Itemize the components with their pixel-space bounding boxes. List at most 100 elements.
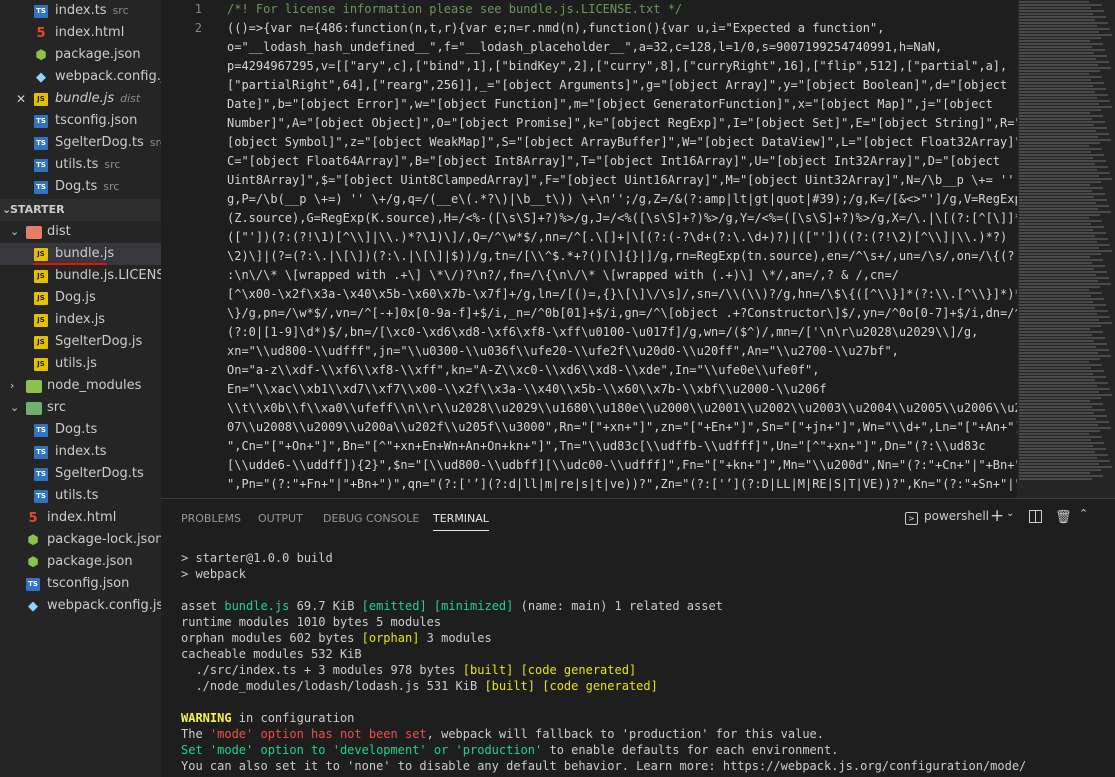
text: asset — [181, 599, 225, 613]
trash-icon[interactable]: 🗑 — [1055, 510, 1072, 525]
minimap-line — [1019, 304, 1106, 306]
terminal-shell-selector[interactable]: powershell — [924, 509, 989, 523]
minimap-line — [1019, 319, 1099, 321]
minimap-line — [1019, 223, 1091, 225]
open-editor-item[interactable]: TS tsconfig.json — [0, 110, 161, 132]
file-item[interactable]: TS index.ts — [0, 441, 161, 463]
folder-node-modules[interactable]: › node_modules — [0, 375, 161, 397]
open-editor-item[interactable]: 5 index.html — [0, 22, 161, 44]
code-content[interactable]: /*! For license information please see b… — [227, 0, 1017, 494]
file-name: index.html — [47, 510, 117, 525]
minimap-line — [1019, 175, 1099, 177]
minimap-line — [1019, 181, 1101, 183]
tab-output[interactable]: OUTPUT — [258, 511, 303, 531]
minimap-line — [1019, 28, 1110, 30]
open-editor-item[interactable]: ⬢ package.json — [0, 44, 161, 66]
open-editor-item[interactable]: TS utils.ts src — [0, 154, 161, 176]
code-line: (?:0|[1-9]\d*)$/,bn=/[\xc0-\xd6\xd8-\xf6… — [227, 325, 979, 339]
open-editors-list: TS index.ts src 5 index.html ⬢ package.json ◆ we… — [0, 0, 161, 198]
tab-debug-console[interactable]: DEBUG CONSOLE — [323, 511, 419, 531]
minimap-line — [1019, 259, 1103, 261]
folder-src[interactable]: ⌄ src — [0, 397, 161, 419]
open-editor-item[interactable]: TS SgelterDog.ts src — [0, 132, 161, 154]
minimap-line — [1019, 466, 1112, 468]
file-item[interactable]: ◆ webpack.config.js — [0, 595, 161, 617]
warning-tag: WARNING — [181, 711, 232, 725]
chevron-down-icon[interactable]: ⌄ — [10, 221, 19, 243]
minimap-line — [1019, 397, 1101, 399]
html-file-icon: 5 — [28, 511, 38, 526]
terminal-line: The 'mode' option has not been set, webp… — [181, 726, 1111, 742]
file-item[interactable]: JS bundle.js.LICENS... — [0, 265, 161, 287]
terminal-line: orphan modules 602 bytes [orphan] 3 modu… — [181, 630, 1111, 646]
code-line: On="a-z\\xdf-\\xf6\\xf8-\\xff",kn="A-Z\\… — [227, 363, 820, 377]
open-editor-item[interactable]: TS index.ts src — [0, 0, 161, 22]
minimap-line — [1019, 271, 1107, 273]
minimap-line — [1019, 385, 1097, 387]
file-item[interactable]: TS Dog.ts — [0, 419, 161, 441]
minimap-line — [1019, 7, 1091, 9]
minimap-line — [1019, 166, 1108, 168]
code-line: C="[object Float64Array]",B="[object Int… — [227, 154, 1001, 168]
file-item[interactable]: JS SgelterDog.js — [0, 331, 161, 353]
workspace-header[interactable]: ⌄ STARTER — [0, 199, 161, 221]
code-line: [object Symbol]",z="[object WeakMap]",S=… — [227, 135, 1017, 149]
minimap-line — [1019, 316, 1110, 318]
file-item[interactable]: JS bundle.js — [0, 243, 161, 265]
minimap-line — [1019, 97, 1097, 99]
tab-terminal[interactable]: TERMINAL — [433, 511, 489, 531]
close-icon[interactable]: ✕ — [16, 88, 26, 110]
text: ./src/index.ts + 3 modules 978 bytes — [181, 663, 463, 677]
tab-problems[interactable]: PROBLEMS — [181, 511, 241, 531]
text: to enable defaults for each environment. — [542, 743, 839, 757]
terminal-output[interactable]: > starter@1.0.0 build > webpack asset bu… — [181, 550, 1111, 774]
chevron-up-icon[interactable]: ⌃ — [1079, 507, 1088, 520]
minimap-line — [1019, 328, 1090, 330]
minimap-line — [1019, 469, 1101, 471]
chevron-down-icon[interactable]: ⌄ — [1006, 508, 1014, 519]
file-item[interactable]: TS SgelterDog.ts — [0, 463, 161, 485]
open-editor-item[interactable]: ◆ webpack.config.js — [0, 66, 161, 88]
asset-name: bundle.js — [224, 599, 290, 613]
minimap-line — [1019, 133, 1109, 135]
file-item[interactable]: ⬢ package-lock.json — [0, 529, 161, 551]
minimap-line — [1019, 31, 1099, 33]
file-item[interactable]: TS tsconfig.json — [0, 573, 161, 595]
open-editor-item[interactable]: ✕ JS bundle.js dist — [0, 88, 161, 110]
terminal-line: runtime modules 1010 bytes 5 modules — [181, 615, 442, 629]
file-item[interactable]: JS Dog.js — [0, 287, 161, 309]
code-line: Number]",A="[object Object]",O="[object … — [227, 116, 1017, 130]
minimap-line — [1019, 232, 1106, 234]
minimap-line — [1019, 265, 1105, 267]
minimap-line — [1019, 64, 1098, 66]
file-item[interactable]: TS utils.ts — [0, 485, 161, 507]
minimap-line — [1019, 325, 1101, 327]
minimap-line — [1019, 241, 1097, 243]
chevron-right-icon[interactable]: › — [10, 375, 14, 397]
terminal-line: Set 'mode' option to 'development' or 'p… — [181, 742, 1111, 758]
minimap-line — [1019, 82, 1104, 84]
split-terminal-icon[interactable] — [1029, 510, 1042, 523]
minimap-line — [1019, 106, 1112, 108]
file-item[interactable]: JS index.js — [0, 309, 161, 331]
minimap-line — [1019, 409, 1105, 411]
ts-file-icon: TS — [34, 137, 48, 150]
minimap[interactable] — [1017, 0, 1115, 498]
open-editor-item[interactable]: TS Dog.ts src — [0, 176, 161, 198]
chevron-down-icon[interactable]: ⌄ — [10, 397, 19, 419]
minimap-line — [1019, 109, 1101, 111]
file-item[interactable]: ⬢ package.json — [0, 551, 161, 573]
minimap-line — [1019, 478, 1092, 480]
file-item[interactable]: JS utils.js — [0, 353, 161, 375]
code-editor[interactable]: 1 2 /*! For license information please s… — [161, 0, 1017, 498]
new-terminal-icon[interactable]: + — [990, 506, 1004, 526]
code-line: [^\x00-\x2f\x3a-\x40\x5b-\x60\x7b-\x7f]+… — [227, 287, 1017, 301]
file-item[interactable]: 5 index.html — [0, 507, 161, 529]
text: in configuration — [231, 711, 355, 725]
folder-dist[interactable]: ⌄ dist — [0, 221, 161, 243]
file-path-hint: src — [149, 136, 161, 149]
explorer-sidebar: TS index.ts src 5 index.html ⬢ package.json ◆ we… — [0, 0, 161, 777]
text: The — [181, 727, 210, 741]
js-file-icon: JS — [34, 358, 48, 371]
